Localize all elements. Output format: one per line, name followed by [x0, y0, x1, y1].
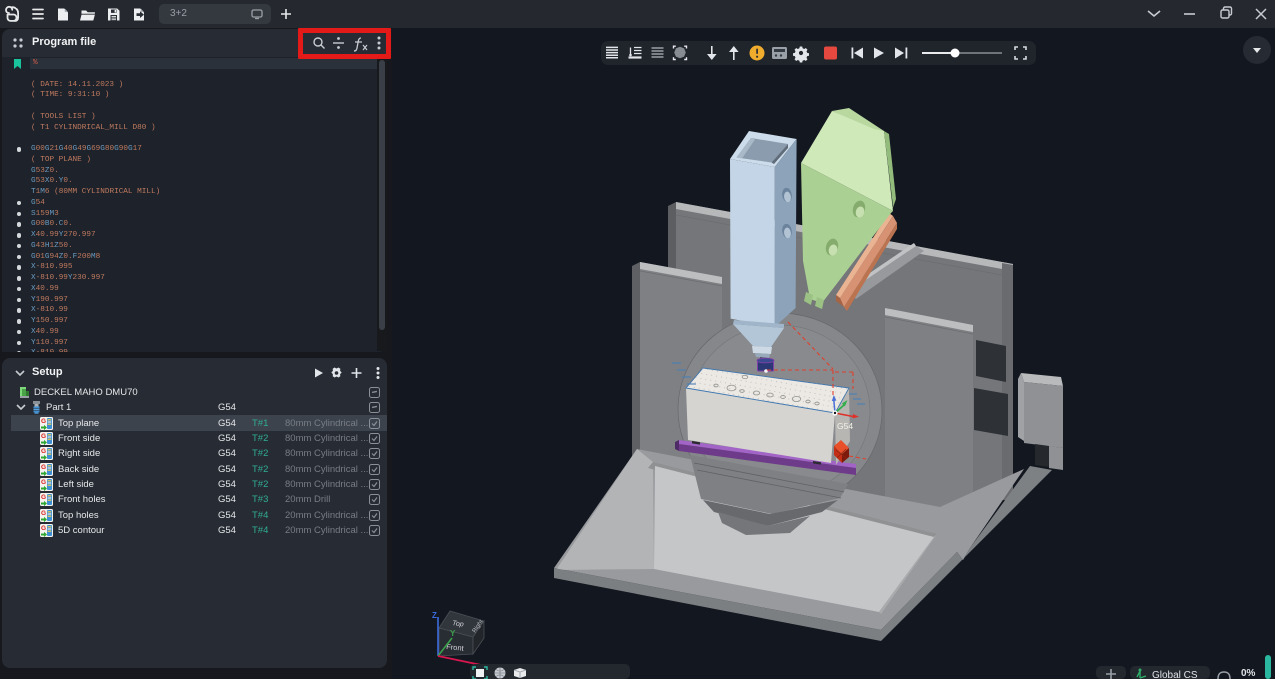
svg-text:Global CS: Global CS	[1152, 670, 1198, 679]
svg-text:G: G	[41, 494, 46, 501]
svg-text:Y: Y	[450, 629, 456, 638]
svg-text:G: G	[41, 418, 46, 425]
svg-text:G: G	[41, 479, 46, 486]
svg-text:G: G	[41, 525, 46, 532]
svg-text:G: G	[41, 448, 46, 455]
svg-text:G: G	[41, 464, 46, 471]
svg-text:Front: Front	[446, 642, 465, 653]
svg-text:Z: Z	[432, 611, 437, 620]
svg-text:G: G	[41, 510, 46, 517]
svg-text:G: G	[41, 433, 46, 440]
